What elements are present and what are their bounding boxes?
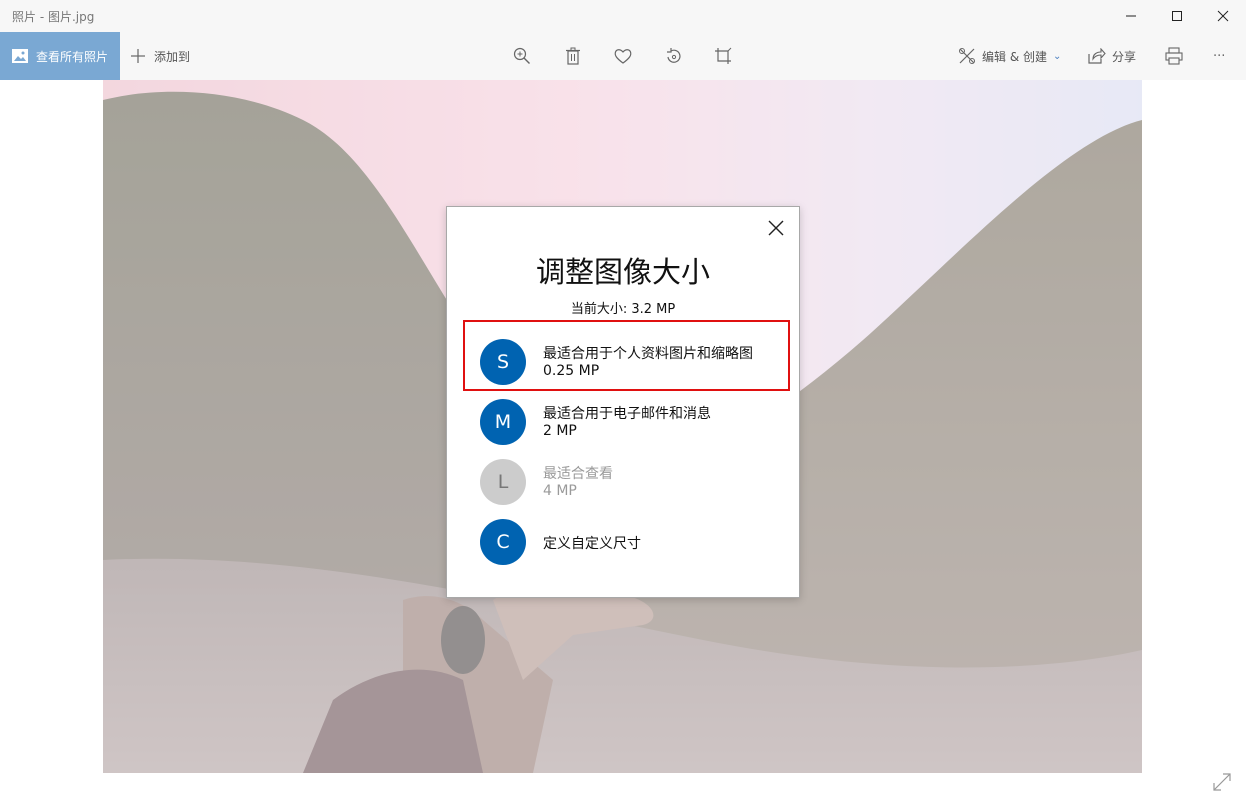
maximize-icon [1172, 11, 1182, 21]
option-label: 定义自定义尺寸 [543, 536, 641, 552]
maximize-button[interactable] [1154, 0, 1200, 32]
add-to-label: 添加到 [154, 49, 191, 64]
expand-button[interactable] [1210, 770, 1234, 794]
option-size: 2 MP [543, 423, 577, 439]
trash-icon [566, 47, 580, 65]
print-button[interactable] [1162, 44, 1186, 68]
resize-option-custom[interactable]: C 定义自定义尺寸 [480, 518, 780, 566]
photo-icon [12, 49, 28, 63]
view-all-label: 查看所有照片 [36, 49, 109, 64]
edit-create-icon [959, 48, 975, 64]
dialog-title: 调整图像大小 [535, 255, 710, 289]
rotate-icon [667, 48, 681, 63]
option-badge: M [480, 399, 526, 445]
heart-icon [614, 49, 632, 64]
zoom-button[interactable] [510, 44, 534, 68]
share-icon [1088, 48, 1106, 64]
more-icon: ··· [1213, 48, 1226, 64]
resize-dialog: 调整图像大小 当前大小: 3.2 MP S 最适合用于个人资料图片和缩略图 0.… [446, 206, 800, 598]
share-button[interactable]: 分享 [1088, 32, 1136, 80]
close-icon [1217, 10, 1229, 22]
resize-option-medium[interactable]: M 最适合用于电子邮件和消息 2 MP [480, 398, 780, 446]
printer-icon [1165, 47, 1183, 65]
option-label: 最适合查看 [543, 466, 613, 482]
zoom-icon [513, 47, 530, 64]
crop-icon [715, 47, 732, 64]
more-button[interactable]: ··· [1213, 32, 1225, 80]
rotate-button[interactable] [662, 44, 686, 68]
add-to-button[interactable]: 添加到 [130, 32, 190, 80]
close-icon [768, 220, 784, 236]
current-size: 当前大小: 3.2 MP [570, 302, 676, 317]
window-title: 照片 - 图片.jpg [12, 10, 95, 24]
toolbar: 查看所有照片 添加到 编辑 & 创建 ⌄ 分享 ··· [0, 32, 1246, 80]
plus-icon [131, 49, 145, 63]
title-bar: 照片 - 图片.jpg [0, 0, 1246, 32]
option-badge: C [480, 519, 526, 565]
highlight-box [463, 320, 790, 391]
option-size: 4 MP [543, 483, 577, 499]
crop-button[interactable] [711, 44, 735, 68]
favorite-button[interactable] [611, 44, 635, 68]
edit-create-button[interactable]: 编辑 & 创建 ⌄ [958, 32, 1061, 80]
chevron-down-icon: ⌄ [1053, 50, 1062, 62]
expand-icon [1213, 773, 1231, 791]
option-label: 最适合用于电子邮件和消息 [543, 406, 711, 422]
option-badge: L [480, 459, 526, 505]
minimize-icon [1126, 15, 1136, 17]
delete-button[interactable] [561, 44, 585, 68]
view-all-photos-button[interactable]: 查看所有照片 [0, 32, 120, 80]
dialog-close-button[interactable] [765, 217, 787, 239]
edit-create-label: 编辑 & 创建 [982, 49, 1047, 64]
minimize-button[interactable] [1108, 0, 1154, 32]
resize-option-large: L 最适合查看 4 MP [480, 458, 780, 506]
close-window-button[interactable] [1200, 0, 1246, 32]
share-label: 分享 [1112, 49, 1137, 64]
